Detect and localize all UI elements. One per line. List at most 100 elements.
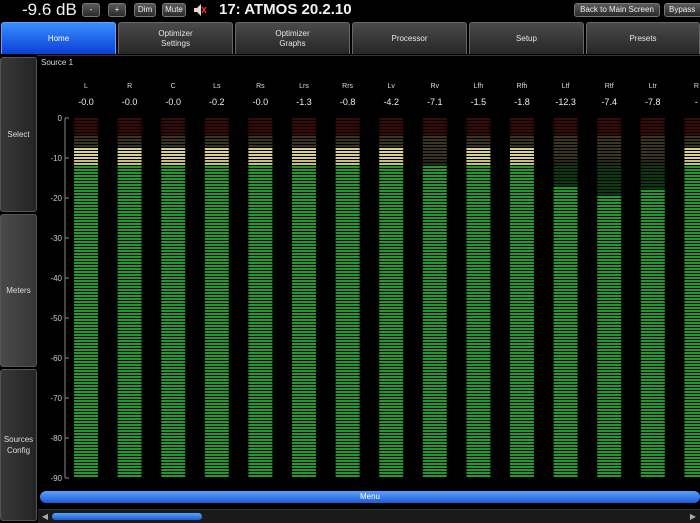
speaker-muted-icon[interactable] xyxy=(193,3,207,17)
meter-segment xyxy=(248,463,273,465)
meter-segment xyxy=(684,193,700,195)
tab-optimizer-graphs[interactable]: Optimizer Graphs xyxy=(235,22,350,54)
meter-segment xyxy=(684,313,700,315)
back-to-main-button[interactable]: Back to Main Screen xyxy=(574,3,660,17)
meter-segment xyxy=(204,331,229,333)
channel-meter: Rfh-1.8 xyxy=(510,83,534,477)
tab-setup[interactable]: Setup xyxy=(469,22,584,54)
sidebar-item-meters[interactable]: Meters xyxy=(0,214,37,367)
meter-segment xyxy=(117,382,142,384)
meter-segment xyxy=(684,124,700,126)
meters-panel: Source 1 0 -10 -20 -30 -40 -50 -60 -70 -80 -90 L -0… xyxy=(37,55,700,485)
scrollbar-thumb[interactable] xyxy=(52,513,202,520)
tab-processor[interactable]: Processor xyxy=(352,22,467,54)
meter-segment xyxy=(640,181,665,183)
meter-segment xyxy=(553,241,578,243)
tab-presets[interactable]: Presets xyxy=(586,22,700,54)
meter-segment xyxy=(597,181,622,183)
channel-name: Lfh xyxy=(474,83,484,90)
sidebar-item-sources-config[interactable]: Sources Config xyxy=(0,369,37,521)
meter-segment xyxy=(335,148,360,150)
meter-segment xyxy=(117,250,142,252)
meter-segment xyxy=(161,241,186,243)
channel-meter: Ltf-12.3 xyxy=(553,83,578,477)
meter-segment xyxy=(292,181,316,183)
meter-segment xyxy=(292,271,316,273)
meter-segment xyxy=(597,295,622,297)
meter-segment xyxy=(161,436,186,438)
meter-segment xyxy=(684,289,700,291)
meter-segment xyxy=(597,196,622,198)
meter-segment xyxy=(248,160,273,162)
meter-segment xyxy=(74,349,98,351)
meter-segment xyxy=(335,154,360,156)
meter-segment xyxy=(335,418,360,420)
meter-segment xyxy=(597,175,622,177)
meter-segment xyxy=(74,217,98,219)
meter-segment xyxy=(466,217,491,219)
meter-segment xyxy=(335,343,360,345)
meter-segment xyxy=(510,199,534,201)
meter-segment xyxy=(640,193,665,195)
meter-segment xyxy=(248,163,273,165)
meter-segment xyxy=(74,301,98,303)
meter-segment xyxy=(74,475,98,477)
tab-home[interactable]: Home xyxy=(1,22,116,54)
meter-segment xyxy=(379,391,404,393)
meter-segment xyxy=(117,376,142,378)
meter-segment xyxy=(466,271,491,273)
sidebar-item-select[interactable]: Select xyxy=(0,57,37,212)
meter-segment xyxy=(117,238,142,240)
meter-segment xyxy=(248,202,273,204)
meter-segment xyxy=(510,424,534,426)
meter-segment xyxy=(204,388,229,390)
tab-optimizer-settings[interactable]: Optimizer Settings xyxy=(118,22,233,54)
scroll-right-icon[interactable]: ▶ xyxy=(688,512,698,522)
channel-name: R xyxy=(694,83,699,90)
meter-segment xyxy=(74,379,98,381)
meter-segment xyxy=(597,301,622,303)
meter-segment xyxy=(74,208,98,210)
meter-segment xyxy=(553,295,578,297)
volume-down-button[interactable]: - xyxy=(82,3,100,17)
meter-segment xyxy=(422,139,447,141)
meter-segment xyxy=(597,193,622,195)
volume-up-button[interactable]: + xyxy=(108,3,126,17)
meter-segment xyxy=(510,277,534,279)
meter-segment xyxy=(422,442,447,444)
meter-segment xyxy=(640,370,665,372)
preset-name: 17: ATMOS 20.2.10 xyxy=(219,1,352,18)
scroll-left-icon[interactable]: ◀ xyxy=(40,512,50,522)
meter-segment xyxy=(466,121,491,123)
meter-segment xyxy=(74,286,98,288)
meter-segment xyxy=(292,211,316,213)
meter-segment xyxy=(510,160,534,162)
horizontal-scrollbar[interactable]: ◀ ▶ xyxy=(38,509,700,523)
meter-segment xyxy=(684,364,700,366)
channel-peak-value: -4.2 xyxy=(383,97,399,107)
meter-segment xyxy=(292,427,316,429)
meter-segment xyxy=(466,253,491,255)
meter-segment xyxy=(553,364,578,366)
mute-button[interactable]: Mute xyxy=(162,3,186,17)
meter-segment xyxy=(684,244,700,246)
meter-segment xyxy=(640,259,665,261)
meter-segment xyxy=(161,130,186,132)
meter-segment xyxy=(161,124,186,126)
meter-segment xyxy=(466,406,491,408)
meter-segment xyxy=(510,139,534,141)
meter-segment xyxy=(684,334,700,336)
menu-button[interactable]: Menu xyxy=(40,491,700,503)
meter-segment xyxy=(117,445,142,447)
meter-segment xyxy=(74,175,98,177)
meter-segment xyxy=(335,379,360,381)
dim-button[interactable]: Dim xyxy=(134,3,156,17)
bypass-button[interactable]: Bypass xyxy=(664,3,700,17)
meter-segment xyxy=(553,142,578,144)
meter-segment xyxy=(379,388,404,390)
meter-segment xyxy=(684,463,700,465)
meter-segment xyxy=(117,337,142,339)
meter-segment xyxy=(422,358,447,360)
meter-segment xyxy=(553,394,578,396)
meter-segment xyxy=(161,163,186,165)
